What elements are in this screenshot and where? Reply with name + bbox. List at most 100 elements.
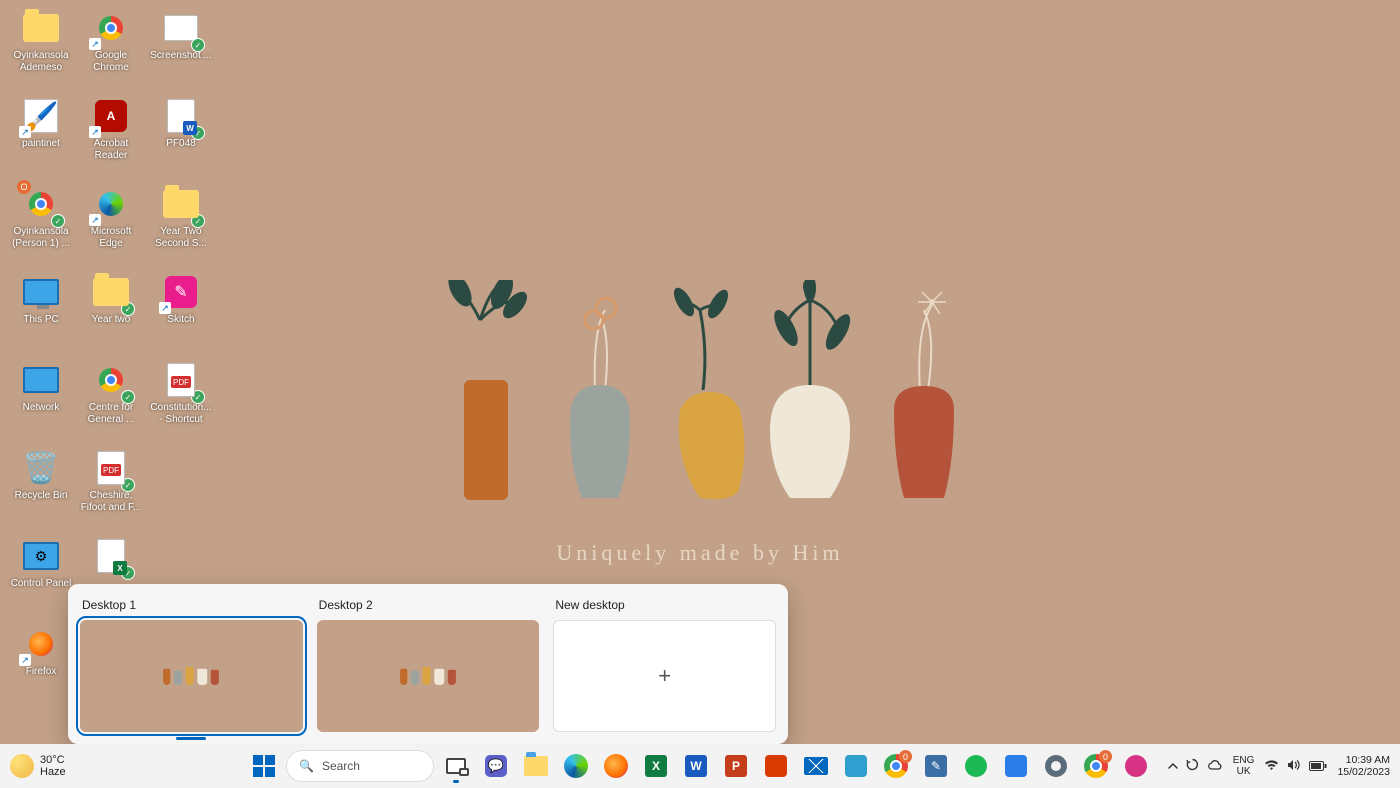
taskbar-app-chrome[interactable]: 0: [878, 748, 914, 784]
desktop-icon[interactable]: Microsoft Edge: [76, 182, 146, 270]
search-placeholder: Search: [322, 759, 360, 773]
desktop-icon[interactable]: A Acrobat Reader: [76, 94, 146, 182]
weather-temp: 30°C: [40, 754, 66, 766]
edge-icon: [564, 754, 588, 778]
cloud-icon[interactable]: [1207, 759, 1223, 774]
desktop-icon-label: Control Panel: [11, 578, 72, 590]
app-icon: [1005, 755, 1027, 777]
gear-icon: [1045, 755, 1067, 777]
network-volume-battery[interactable]: [1264, 759, 1327, 774]
weather-widget[interactable]: 30°C Haze: [10, 754, 66, 778]
app-icon: [1125, 755, 1147, 777]
taskbar: 30°C Haze 🔍Search 💬 XWP 0 ✎ 0 ENG UK 10:39 AM…: [0, 744, 1400, 788]
language-top: ENG: [1233, 755, 1255, 766]
taskbar-app-word[interactable]: W: [678, 748, 714, 784]
mail-icon: [804, 757, 828, 775]
taskbar-app-start[interactable]: [246, 748, 282, 784]
taskbar-app-spotify[interactable]: [958, 748, 994, 784]
desktop-icon-label: Google Chrome: [78, 50, 144, 74]
desktop-icon-label: Year Two Second S...: [148, 226, 214, 250]
badge: 0: [1099, 750, 1112, 763]
language-indicator[interactable]: ENG UK: [1233, 755, 1255, 777]
taskbar-app-chat[interactable]: 💬: [478, 748, 514, 784]
desktop-icon[interactable]: W PF048: [146, 94, 216, 182]
desktop-icon[interactable]: 🖌️ paintinet: [6, 94, 76, 182]
taskbar-app-taskview[interactable]: [438, 748, 474, 784]
taskbar-app-explorer[interactable]: [518, 748, 554, 784]
desktop-icon[interactable]: ⚙ Control Panel: [6, 534, 76, 622]
volume-icon: [1287, 759, 1301, 774]
windows-logo-icon: [253, 755, 275, 777]
desktop-icon-glyph: ⚙: [21, 536, 61, 576]
task-view-new-desktop[interactable]: New desktop +: [553, 598, 776, 732]
taskbar-app-excel[interactable]: X: [638, 748, 674, 784]
task-view-title: New desktop: [553, 598, 776, 612]
desktop-icon[interactable]: Screenshot ...: [146, 6, 216, 94]
sync-icon[interactable]: [1186, 758, 1199, 774]
language-bottom: UK: [1233, 766, 1255, 777]
desktop-icon[interactable]: Year two: [76, 270, 146, 358]
desktop-icon-label: Skitch: [167, 314, 194, 326]
thumbnail-art: [163, 667, 219, 685]
clock[interactable]: 10:39 AM 15/02/2023: [1337, 754, 1390, 778]
taskbar-right: ENG UK 10:39 AM 15/02/2023: [1168, 754, 1390, 778]
desktop-icon[interactable]: Centre for General ...: [76, 358, 146, 446]
desktop-icon-glyph: ✎: [161, 272, 201, 312]
app-icon: ✎: [925, 755, 947, 777]
taskbar-app-edge[interactable]: [558, 748, 594, 784]
taskbar-app-powerpoint[interactable]: P: [718, 748, 754, 784]
taskbar-app-app-pink[interactable]: [1118, 748, 1154, 784]
desktop-icon-label: Recycle Bin: [15, 490, 68, 502]
desktop-icon[interactable]: Firefox: [6, 622, 76, 710]
powerpoint-icon: P: [725, 755, 747, 777]
app-icon: [845, 755, 867, 777]
desktop-icon-glyph: 🗑️: [21, 448, 61, 488]
desktop-icon[interactable]: 🗑️ Recycle Bin: [6, 446, 76, 534]
taskbar-app-mail[interactable]: [798, 748, 834, 784]
desktop-icon-glyph: 🖌️: [21, 96, 61, 136]
taskbar-app-chrome2[interactable]: 0: [1078, 748, 1114, 784]
desktop-icon[interactable]: O Oyinkansola (Person 1) ...: [6, 182, 76, 270]
desktop-thumbnail[interactable]: [80, 620, 303, 732]
desktop-icon[interactable]: PDF Constitution... - Shortcut: [146, 358, 216, 446]
desktop-icon-label: paintinet: [22, 138, 60, 150]
task-view-desktop[interactable]: Desktop 2: [317, 598, 540, 732]
desktop-icon-glyph: [91, 360, 131, 400]
thumbnail-art: [400, 667, 456, 685]
taskbar-app-office[interactable]: [758, 748, 794, 784]
task-view-title: Desktop 1: [80, 598, 303, 612]
taskbar-search[interactable]: 🔍Search: [286, 750, 434, 782]
plus-icon[interactable]: +: [553, 620, 776, 732]
taskbar-app-app-editor[interactable]: ✎: [918, 748, 954, 784]
desktop-icon-label: Screenshot ...: [150, 50, 212, 62]
taskbar-app-settings[interactable]: [1038, 748, 1074, 784]
taskbar-app-firefox[interactable]: [598, 748, 634, 784]
desktop-icon[interactable]: Oyinkansola Ademeso: [6, 6, 76, 94]
desktop-icon[interactable]: PDF Cheshire, Fifoot and F...: [76, 446, 146, 534]
wallpaper-illustration: [430, 280, 1000, 580]
taskbar-app-app-tool[interactable]: [998, 748, 1034, 784]
chevron-up-icon[interactable]: [1168, 759, 1178, 774]
firefox-icon: [604, 754, 628, 778]
desktop-icon-label: Year two: [92, 314, 131, 326]
taskbar-app-app-blue[interactable]: [838, 748, 874, 784]
desktop-icon-label: Acrobat Reader: [78, 138, 144, 162]
desktop-icon-glyph: [161, 184, 201, 224]
desktop-icon[interactable]: This PC: [6, 270, 76, 358]
desktop-icon-label: Network: [23, 402, 60, 414]
excel-icon: X: [645, 755, 667, 777]
desktop-icon[interactable]: Network: [6, 358, 76, 446]
system-tray: [1168, 758, 1223, 774]
desktop-icon[interactable]: ✎ Skitch: [146, 270, 216, 358]
task-view-icon: [446, 758, 466, 774]
office-icon: [765, 755, 787, 777]
word-icon: W: [685, 755, 707, 777]
task-view-desktop[interactable]: Desktop 1: [80, 598, 303, 732]
desktop-thumbnail[interactable]: [317, 620, 540, 732]
clock-time: 10:39 AM: [1337, 754, 1390, 766]
wifi-icon: [1264, 759, 1279, 774]
desktop-icon-glyph: A: [91, 96, 131, 136]
desktop-icon[interactable]: Year Two Second S...: [146, 182, 216, 270]
file-explorer-icon: [524, 756, 548, 776]
desktop-icon[interactable]: Google Chrome: [76, 6, 146, 94]
